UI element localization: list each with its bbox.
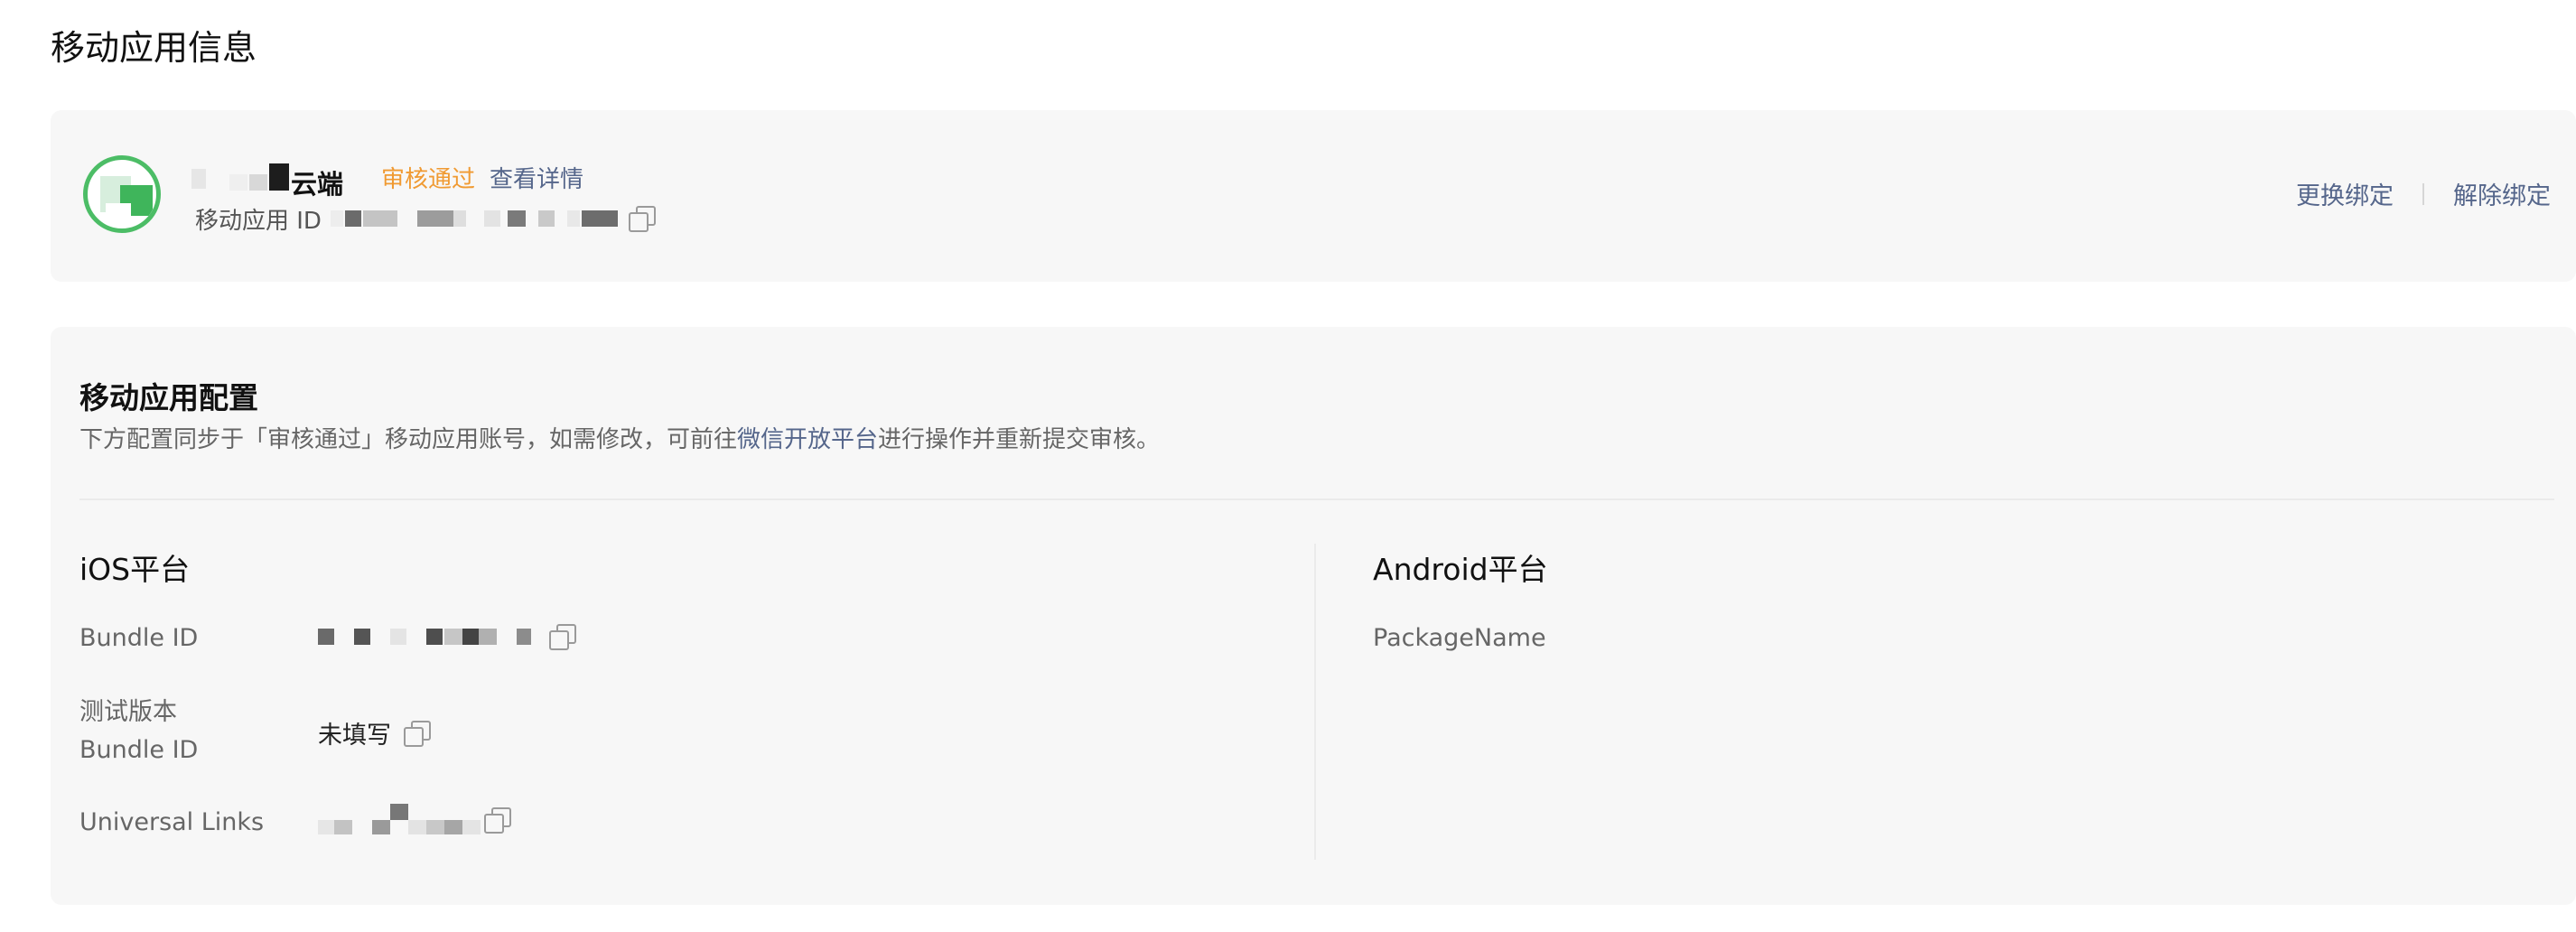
test-bundle-id-label: 测试版本 Bundle ID xyxy=(79,694,198,769)
app-info-card: 云端 审核通过 查看详情 移动应用 ID 更换绑定 解除绑定 xyxy=(51,110,2576,282)
wechat-open-platform-link[interactable]: 微信开放平台 xyxy=(737,426,878,453)
app-name-row: 云端 审核通过 查看详情 xyxy=(191,159,583,200)
app-id-label: 移动应用 ID xyxy=(195,207,322,235)
section-divider xyxy=(79,499,2554,500)
rebind-button[interactable]: 更换绑定 xyxy=(2296,176,2394,211)
copy-icon[interactable] xyxy=(549,624,576,650)
column-divider xyxy=(1314,544,1316,860)
bundle-id-label: Bundle ID xyxy=(79,624,199,652)
test-bundle-value-text: 未填写 xyxy=(318,722,391,750)
status-badge: 审核通过 xyxy=(381,165,476,193)
test-bundle-id-value: 未填写 xyxy=(318,715,431,750)
desc-suffix: 进行操作并重新提交审核。 xyxy=(878,426,1161,453)
copy-icon[interactable] xyxy=(628,206,656,232)
test-bundle-label-line2: Bundle ID xyxy=(79,736,199,764)
app-name: 云端 xyxy=(291,169,344,200)
app-id-row: 移动应用 ID xyxy=(195,200,656,237)
bundle-id-value xyxy=(318,623,576,650)
unbind-button[interactable]: 解除绑定 xyxy=(2453,176,2551,211)
package-name-label: PackageName xyxy=(1373,624,1546,652)
divider xyxy=(2422,182,2424,205)
bundle-id-masked xyxy=(318,623,544,650)
bind-actions: 更换绑定 解除绑定 xyxy=(2296,176,2551,211)
config-title: 移动应用配置 xyxy=(79,380,258,415)
page-title: 移动应用信息 xyxy=(51,28,257,68)
ios-platform-title: iOS平台 xyxy=(79,552,191,587)
universal-links-value xyxy=(318,802,511,838)
copy-icon[interactable] xyxy=(404,720,431,747)
app-logo xyxy=(83,155,161,233)
view-details-link[interactable]: 查看详情 xyxy=(490,161,583,194)
copy-icon[interactable] xyxy=(484,807,511,834)
desc-prefix: 下方配置同步于「审核通过」移动应用账号，如需修改，可前往 xyxy=(79,426,738,453)
test-bundle-label-line1: 测试版本 xyxy=(79,698,177,726)
config-description: 下方配置同步于「审核通过」移动应用账号，如需修改，可前往微信开放平台进行操作并重… xyxy=(79,421,1160,454)
universal-links-label: Universal Links xyxy=(79,808,265,836)
android-platform-title: Android平台 xyxy=(1373,552,1548,587)
app-id-masked-value xyxy=(330,205,629,232)
app-name-masked: 云端 xyxy=(191,162,354,200)
config-card: 移动应用配置 下方配置同步于「审核通过」移动应用账号，如需修改，可前往微信开放平… xyxy=(51,327,2576,905)
universal-links-masked xyxy=(318,802,481,838)
